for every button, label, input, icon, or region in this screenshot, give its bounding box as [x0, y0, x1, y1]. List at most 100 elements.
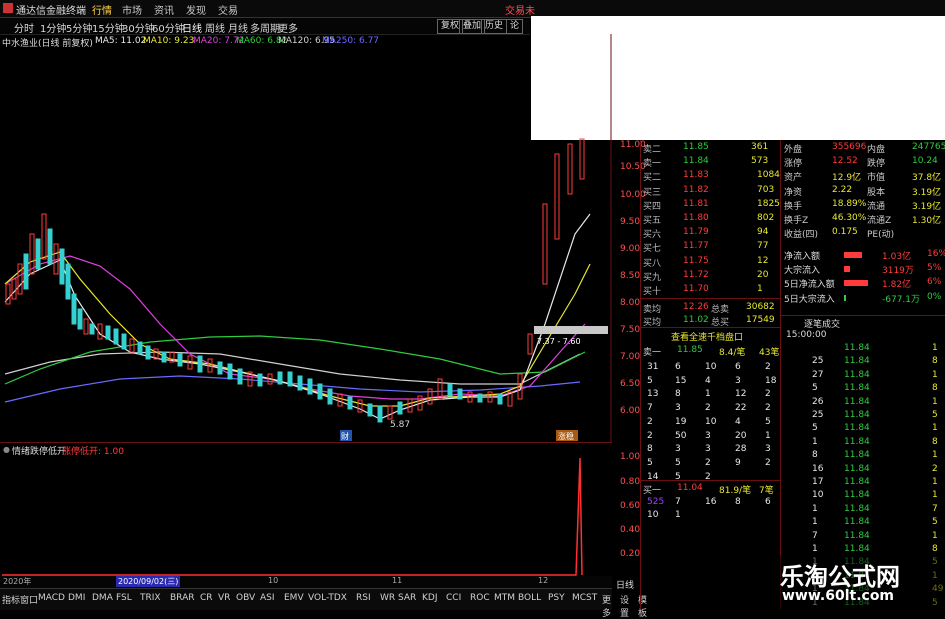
stat-value: 1.30亿 [912, 216, 942, 226]
stat-value: 46.30% [832, 213, 867, 223]
buy-volume: 1 [757, 284, 763, 294]
money-flows: 净流入额 1.03亿 16% 大宗流入 3119万 5% 5日净流入额 1.82亿 6% 5日大宗… [782, 248, 945, 310]
history-button[interactable]: 历史 [481, 19, 508, 34]
indicator-tab[interactable]: 窗口 [20, 593, 38, 606]
buy-price: 11.82 [683, 184, 709, 195]
indicator-tab[interactable]: OBV [236, 593, 255, 603]
indicator-tab[interactable]: SAR [398, 593, 416, 603]
price-tick: 7.00 [620, 352, 641, 362]
indicator-tab[interactable]: ASI [260, 593, 275, 603]
period-more[interactable]: 更多 [278, 20, 298, 35]
indicator-tab[interactable]: 设置 [620, 593, 629, 619]
tick-volume: 8 [932, 436, 938, 447]
stat-label: 股本 [867, 187, 886, 198]
indicator-tab[interactable]: DMA [92, 593, 113, 603]
queue-cell: 2 [705, 457, 711, 468]
candle [579, 138, 585, 180]
indicator-tab[interactable]: TRIX [140, 593, 161, 603]
stat-value: 0.175 [832, 227, 858, 238]
indicator-tab[interactable]: PSY [548, 593, 565, 603]
menu-trade[interactable]: 交易 [218, 2, 238, 17]
indicator-subchart[interactable]: ● 情绪跌停低开 涨停低开: 1.00 [0, 442, 612, 579]
tick-left: 1 [812, 503, 818, 514]
indicator-tab[interactable]: KDJ [422, 593, 438, 603]
period-indicator[interactable]: 日线 [616, 578, 634, 591]
queue-cell: 5 [647, 457, 653, 468]
tick-volume: 5 [932, 410, 938, 420]
flow-percent: 6% [927, 277, 942, 288]
indicator-tab[interactable]: BOLL [518, 593, 541, 603]
trade-link[interactable]: 交易未 [505, 2, 535, 17]
indicator-tabs: 指标 窗口 MACD DMI DMA FSL TRIX BRAR CR VR OBV ASI EMV VO… [0, 588, 647, 619]
indicator-tab[interactable]: FSL [116, 593, 132, 603]
candle [113, 328, 119, 345]
buy-price: 11.83 [683, 170, 709, 181]
period-1min[interactable]: 1分钟 [40, 20, 66, 35]
low-annotation: 5.87 [390, 420, 410, 430]
candle [71, 293, 77, 325]
indicator-tab[interactable]: RSI [356, 593, 371, 603]
date-selected: 2020/09/02(三) [116, 576, 181, 587]
buy-price: 11.80 [683, 213, 709, 223]
tick-price: 11.84 [844, 530, 870, 541]
queue-cell: 3 [735, 375, 741, 386]
candle [554, 153, 560, 240]
queue-sell-count: 43笔 [759, 348, 780, 358]
indicator-tab[interactable]: CCI [446, 593, 461, 603]
period-15min[interactable]: 15分钟 [92, 20, 125, 35]
tick-volume: 1 [932, 477, 938, 487]
period-intraday[interactable]: 分时 [14, 20, 34, 35]
period-multi[interactable]: 多周期 [250, 20, 280, 35]
menu-quotes[interactable]: 行情 [92, 2, 112, 17]
sell-volume: 361 [751, 142, 769, 152]
queue-cell: 10 [705, 416, 717, 427]
flow-label: 大宗流入 [784, 266, 821, 277]
indicator-tab[interactable]: MCST [572, 593, 597, 603]
candle [542, 203, 548, 285]
candle [477, 393, 483, 403]
period-60min[interactable]: 60分钟 [152, 20, 185, 35]
period-weekly[interactable]: 周线 [205, 20, 225, 35]
indicator-tab[interactable]: BRAR [170, 593, 194, 603]
candle [137, 341, 143, 355]
queue-cell: 1 [765, 430, 771, 441]
queue-cell: 3 [675, 444, 681, 455]
tick-price: 11.84 [844, 544, 870, 554]
candle [407, 398, 413, 413]
buy-price: 11.70 [683, 284, 709, 294]
ticks-header: 逐笔成交 [804, 320, 841, 330]
discuss-button[interactable]: 论 [506, 19, 524, 34]
date-m10: 10 [268, 576, 279, 585]
candlestick-chart[interactable]: 5.87 7.37 - 7.60 财 涨稳 [0, 34, 612, 442]
candle [297, 375, 303, 391]
indicator-tab[interactable]: WR [380, 593, 395, 603]
buy-volume: 12 [757, 255, 769, 266]
price-tick: 6.00 [620, 406, 641, 416]
period-daily[interactable]: 日线 [182, 20, 202, 35]
period-monthly[interactable]: 月线 [228, 20, 248, 35]
queue-header: 查看全速千档盘口 [671, 333, 744, 343]
period-30min[interactable]: 30分钟 [122, 20, 155, 35]
indicator-tab[interactable]: VR [218, 593, 230, 603]
indicator-tab[interactable]: MTM [494, 593, 515, 603]
buy-level-label: 买三 [643, 187, 662, 198]
indicator-tab[interactable]: EMV [284, 593, 304, 603]
indicator-tab[interactable]: 指标 [2, 593, 20, 606]
indicator-tab[interactable]: VOL-TDX [308, 593, 347, 603]
indicator-tab[interactable]: DMI [68, 593, 85, 603]
app-logo-icon [3, 3, 13, 13]
flow-percent: 0% [927, 291, 942, 302]
indicator-tab[interactable]: ROC [470, 593, 490, 603]
tick-price: 11.84 [844, 490, 870, 501]
menu-market[interactable]: 市场 [122, 2, 142, 17]
queue-cell: 10 [647, 510, 659, 520]
queue-cell: 18 [765, 375, 777, 386]
period-5min[interactable]: 5分钟 [66, 20, 92, 35]
queue-cell: 28 [735, 444, 747, 455]
indicator-tab[interactable]: MACD [38, 593, 65, 603]
indicator-tab[interactable]: CR [200, 593, 213, 603]
menu-news[interactable]: 资讯 [154, 2, 174, 17]
tick-price: 11.84 [844, 396, 870, 407]
indicator-tab[interactable]: 更多 [602, 593, 612, 619]
menu-discover[interactable]: 发现 [186, 2, 206, 17]
